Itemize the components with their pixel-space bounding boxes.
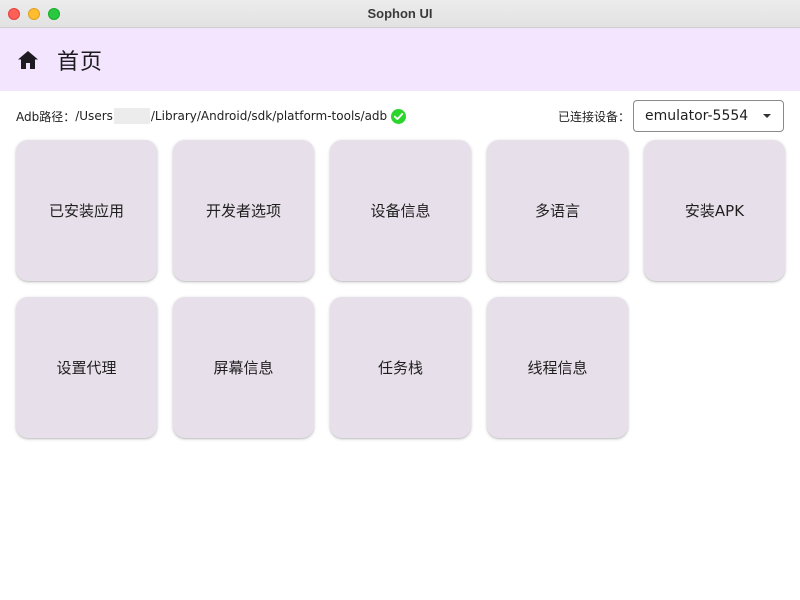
adb-path-label: Adb路径： bbox=[16, 109, 76, 124]
adb-path-prefix: /Users bbox=[75, 109, 113, 123]
tile-label: 设备信息 bbox=[370, 202, 431, 220]
tile-install-apk[interactable]: 安装APK bbox=[644, 140, 785, 281]
tile-label: 线程信息 bbox=[527, 359, 588, 377]
tile-label: 多语言 bbox=[534, 202, 580, 220]
tile-set-proxy[interactable]: 设置代理 bbox=[16, 297, 157, 438]
tile-multi-language[interactable]: 多语言 bbox=[487, 140, 628, 281]
title-bar[interactable]: Sophon UI bbox=[0, 0, 800, 28]
device-select[interactable]: emulator-5554 bbox=[633, 100, 784, 132]
feature-grid: 已安装应用 开发者选项 设备信息 多语言 安装APK 设置代理 屏幕信息 任务栈… bbox=[16, 140, 785, 438]
tile-device-info[interactable]: 设备信息 bbox=[330, 140, 471, 281]
window-title: Sophon UI bbox=[367, 6, 433, 21]
info-bar: Adb路径： /Users /Library/Android/sdk/platf… bbox=[0, 100, 800, 132]
tile-label: 开发者选项 bbox=[205, 202, 281, 220]
check-circle-icon bbox=[391, 108, 407, 124]
tile-thread-info[interactable]: 线程信息 bbox=[487, 297, 628, 438]
tile-label: 安装APK bbox=[684, 202, 745, 220]
tile-label: 任务栈 bbox=[377, 359, 423, 377]
dropdown-arrow-icon bbox=[763, 114, 771, 118]
adb-path-value: /Users /Library/Android/sdk/platform-too… bbox=[75, 108, 407, 124]
redacted-username bbox=[113, 108, 150, 124]
tile-label: 屏幕信息 bbox=[213, 359, 274, 377]
app-bar: 首页 bbox=[0, 28, 800, 91]
tile-developer-options[interactable]: 开发者选项 bbox=[173, 140, 314, 281]
tile-label: 已安装应用 bbox=[48, 202, 124, 220]
tile-installed-apps[interactable]: 已安装应用 bbox=[16, 140, 157, 281]
adb-path-suffix: /Library/Android/sdk/platform-tools/adb bbox=[150, 109, 388, 123]
page-title: 首页 bbox=[57, 49, 104, 75]
tile-label: 设置代理 bbox=[56, 359, 117, 377]
tile-screen-info[interactable]: 屏幕信息 bbox=[173, 297, 314, 438]
device-select-value: emulator-5554 bbox=[645, 108, 749, 124]
tile-task-stack[interactable]: 任务栈 bbox=[330, 297, 471, 438]
connected-device-label: 已连接设备： bbox=[558, 110, 631, 124]
app-window: Sophon UI 首页 Adb路径： /Users /Library/Andr… bbox=[0, 0, 800, 600]
home-icon[interactable] bbox=[16, 48, 40, 72]
